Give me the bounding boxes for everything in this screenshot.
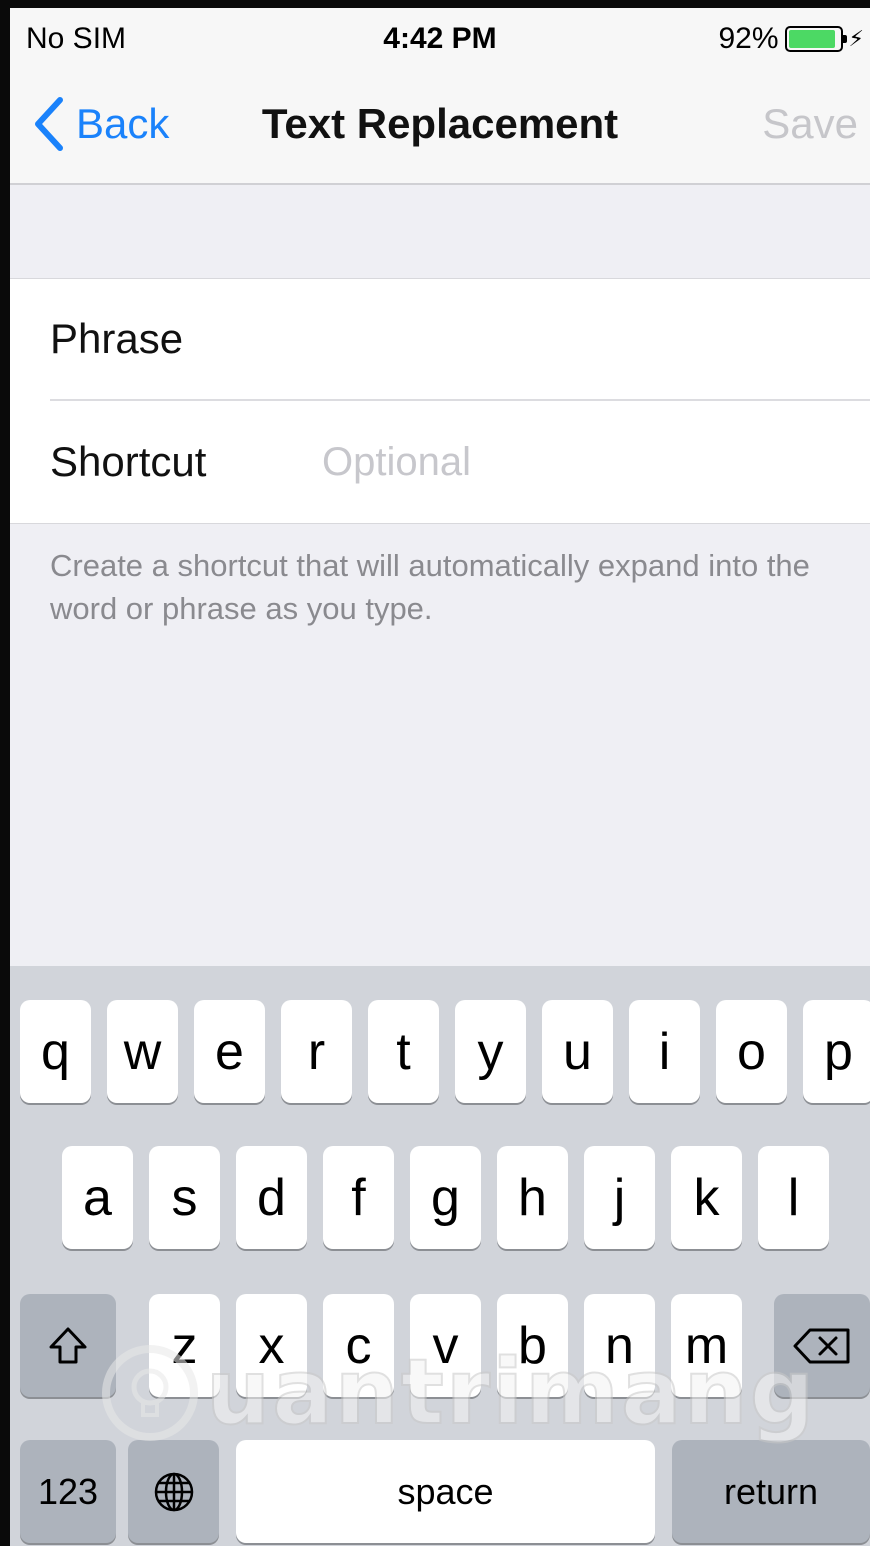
key-z[interactable]: z (149, 1294, 220, 1397)
phrase-row[interactable]: Phrase (50, 279, 870, 401)
key-g[interactable]: g (410, 1146, 481, 1249)
phrase-input[interactable] (322, 304, 870, 374)
battery-fill (788, 30, 835, 48)
phone-screen: No SIM 4:42 PM 92% ⚡ Back Text Replaceme… (0, 0, 870, 1546)
key-f[interactable]: f (323, 1146, 394, 1249)
key-c[interactable]: c (323, 1294, 394, 1397)
delete-key[interactable] (774, 1294, 870, 1397)
key-y[interactable]: y (455, 1000, 526, 1103)
key-m[interactable]: m (671, 1294, 742, 1397)
key-a[interactable]: a (62, 1146, 133, 1249)
shift-key[interactable] (20, 1294, 116, 1397)
key-t[interactable]: t (368, 1000, 439, 1103)
key-n[interactable]: n (584, 1294, 655, 1397)
device-frame-left (0, 0, 10, 1546)
key-r[interactable]: r (281, 1000, 352, 1103)
page-title: Text Replacement (261, 100, 619, 147)
key-j[interactable]: j (584, 1146, 655, 1249)
phrase-label: Phrase (50, 315, 184, 362)
key-l[interactable]: l (758, 1146, 829, 1249)
key-p[interactable]: p (803, 1000, 870, 1103)
battery-icon (784, 26, 847, 52)
bolt-icon: ⚡ (848, 26, 864, 51)
globe-key[interactable] (128, 1440, 219, 1543)
globe-icon (154, 1472, 193, 1511)
text-replacement-form: Phrase Shortcut (10, 278, 870, 524)
battery-percent: 92% (718, 22, 779, 55)
shortcut-input[interactable] (322, 427, 870, 497)
keyboard: q w e r t y u i o p a s d f g h j k l z … (10, 966, 870, 1546)
shortcut-label: Shortcut (50, 438, 207, 485)
shift-icon (49, 1327, 87, 1363)
key-u[interactable]: u (542, 1000, 613, 1103)
section-footer-text: Create a shortcut that will automaticall… (50, 548, 810, 626)
device-frame-top (0, 0, 870, 8)
key-d[interactable]: d (236, 1146, 307, 1249)
key-i[interactable]: i (629, 1000, 700, 1103)
key-q[interactable]: q (20, 1000, 91, 1103)
key-v[interactable]: v (410, 1294, 481, 1397)
battery-indicator: 92% ⚡ (719, 22, 865, 56)
key-e[interactable]: e (194, 1000, 265, 1103)
delete-icon (793, 1328, 850, 1363)
key-s[interactable]: s (149, 1146, 220, 1249)
return-key[interactable]: return (672, 1440, 870, 1543)
key-o[interactable]: o (716, 1000, 787, 1103)
key-w[interactable]: w (107, 1000, 178, 1103)
status-bar: No SIM 4:42 PM 92% ⚡ (10, 8, 870, 70)
shortcut-row[interactable]: Shortcut (50, 401, 870, 523)
key-x[interactable]: x (236, 1294, 307, 1397)
navigation-bar: Back Text Replacement Save (10, 70, 870, 185)
space-key[interactable]: space (236, 1440, 655, 1543)
save-button[interactable]: Save (762, 100, 858, 148)
key-b[interactable]: b (497, 1294, 568, 1397)
key-k[interactable]: k (671, 1146, 742, 1249)
numbers-key[interactable]: 123 (20, 1440, 116, 1543)
key-h[interactable]: h (497, 1146, 568, 1249)
